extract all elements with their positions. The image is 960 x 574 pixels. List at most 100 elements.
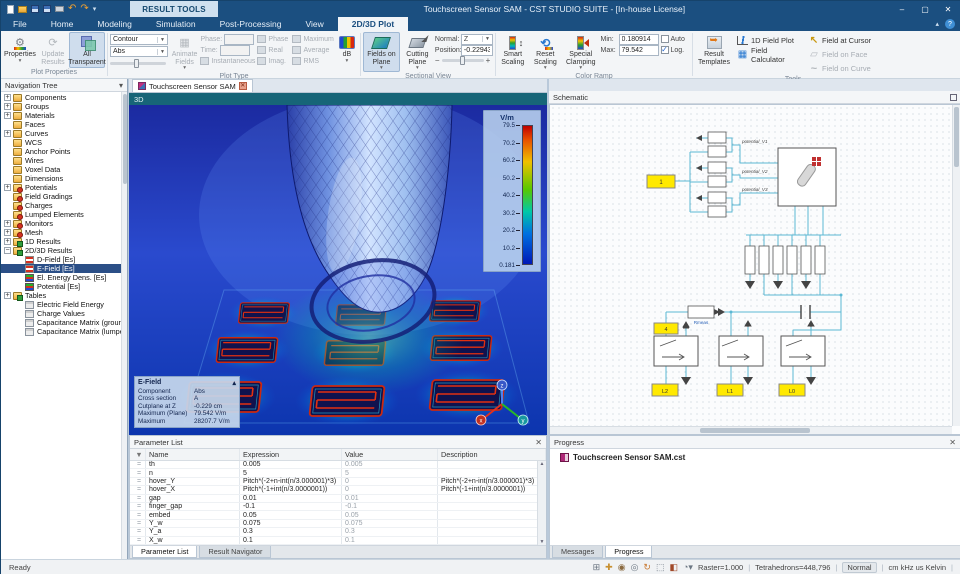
maximum-button[interactable]: Maximum xyxy=(292,34,334,44)
schematic-canvas[interactable]: 1 potential_V1 potential_V2 potential_V3 xyxy=(549,104,960,435)
tree-expander[interactable]: + xyxy=(4,238,11,245)
raster-icon[interactable]: ◔▾ xyxy=(683,562,693,573)
tree-item-charges[interactable]: Charges xyxy=(1,201,121,211)
field-calculator-button[interactable]: Field Calculator xyxy=(735,46,805,64)
tab-result-navigator[interactable]: Result Navigator xyxy=(199,546,272,558)
3d-viewport[interactable]: V/m 79.5 70.2 60.2 50.2 40.2 30.2 20.2 10.2 0.18… xyxy=(129,105,547,435)
column-description[interactable]: Description xyxy=(438,449,546,460)
tree-item-faces[interactable]: Faces xyxy=(1,120,121,129)
tree-item-field-gradings[interactable]: Field Gradings xyxy=(1,192,121,202)
scrollbar-thumb[interactable] xyxy=(123,94,127,184)
redo-icon[interactable]: ↷ xyxy=(80,4,88,14)
tree-item-materials[interactable]: + Materials xyxy=(1,111,121,120)
param-row-x-w[interactable]: = X_w 0.1 0.1 xyxy=(130,536,546,545)
param-row-th[interactable]: = th 0.005 0.005 xyxy=(130,461,546,470)
tree-item-voxel-data[interactable]: Voxel Data xyxy=(1,165,121,174)
maximize-button[interactable]: ▢ xyxy=(914,3,936,16)
maximize-panel-icon[interactable] xyxy=(950,93,957,101)
tab-parameter-list[interactable]: Parameter List xyxy=(132,546,198,558)
param-expression[interactable]: Pitch*(-2+n-int(n/3.000001)*3) xyxy=(240,477,342,486)
tree-item-1d-results[interactable]: +1D Results xyxy=(1,237,121,247)
menu-tab-view[interactable]: View xyxy=(293,17,335,31)
close-panel-icon[interactable]: ✕ xyxy=(949,438,956,447)
close-panel-icon[interactable]: ✕ xyxy=(535,438,542,447)
field-on-curve-button[interactable]: Field on Curve xyxy=(807,62,879,75)
schematic-hscrollbar[interactable] xyxy=(550,426,952,434)
phase-button[interactable]: Phase xyxy=(257,34,290,44)
animate-fields-button[interactable]: Animate Fields ▾ xyxy=(171,32,199,72)
param-row-n[interactable]: = n 5 5 xyxy=(130,469,546,478)
document-tab[interactable]: Touchscreen Sensor SAM ✕ xyxy=(132,79,253,92)
schematic-vscrollbar[interactable] xyxy=(952,105,960,426)
menu-tab-home[interactable]: Home xyxy=(39,17,86,31)
tree-item-el-energy-dens-es[interactable]: El. Energy Dens. [Es] xyxy=(1,273,121,282)
column-expression[interactable]: Expression xyxy=(240,449,342,460)
param-expression[interactable]: 0.1 xyxy=(240,536,342,544)
param-expression[interactable]: 0.005 xyxy=(240,461,342,469)
contour-select[interactable]: Contour ▼ xyxy=(110,34,168,45)
rotate-icon[interactable]: ◉ xyxy=(618,562,626,573)
rms-button[interactable]: RMS xyxy=(292,56,333,66)
average-button[interactable]: Average xyxy=(292,45,333,55)
param-expression[interactable]: 0.075 xyxy=(240,519,342,528)
component-select[interactable]: Abs ▼ xyxy=(110,46,168,57)
param-row-hover-y[interactable]: = hover_Y Pitch*(-2+n-int(n/3.000001)*3) 0 P… xyxy=(130,477,546,487)
mesh-view-icon[interactable]: ◧ xyxy=(669,562,678,573)
tree-expander[interactable]: + xyxy=(4,184,11,191)
status-view-mode[interactable]: Normal xyxy=(842,562,877,573)
slider-thumb[interactable] xyxy=(459,56,465,65)
plot-density-slider[interactable] xyxy=(110,59,166,68)
print-icon[interactable] xyxy=(55,6,64,12)
column-value[interactable]: Value xyxy=(342,449,438,460)
save-all-icon[interactable] xyxy=(43,5,51,13)
field-at-cursor-button[interactable]: Field at Cursor xyxy=(807,34,879,47)
zoom-icon[interactable]: ◎ xyxy=(631,562,639,573)
tree-item-lumped-elements[interactable]: Lumped Elements xyxy=(1,210,121,220)
auto-checkbox[interactable]: Auto xyxy=(660,34,691,44)
progress-item[interactable]: Touchscreen Sensor SAM.cst xyxy=(560,453,960,462)
tab-progress[interactable]: Progress xyxy=(605,546,653,558)
collapse-ribbon-icon[interactable]: ▴ xyxy=(935,20,939,28)
tree-item-d-field-es[interactable]: D-Field [Es] xyxy=(1,255,121,264)
field-on-face-button[interactable]: Field on Face xyxy=(807,48,879,61)
instantaneous-button[interactable]: Instantaneous xyxy=(200,56,255,66)
param-expression[interactable]: 5 xyxy=(240,469,342,477)
cutting-plane-button[interactable]: Cutting Plane ▾ xyxy=(402,32,433,72)
tree-item-potentials[interactable]: + Potentials xyxy=(1,183,121,193)
tree-expander[interactable]: − xyxy=(4,247,11,254)
param-expression[interactable]: 0.05 xyxy=(240,511,342,519)
phase-input[interactable] xyxy=(224,33,255,45)
close-tab-icon[interactable]: ✕ xyxy=(238,82,247,90)
position-input[interactable] xyxy=(460,44,493,56)
param-expression[interactable]: -0.1 xyxy=(240,502,342,511)
save-icon[interactable] xyxy=(31,5,39,13)
param-row-finger-gap[interactable]: = finger_gap -0.1 -0.1 xyxy=(130,502,546,512)
new-file-icon[interactable] xyxy=(7,4,14,14)
menu-tab-simulation[interactable]: Simulation xyxy=(144,17,208,31)
tree-item-tables[interactable]: + Tables xyxy=(1,291,121,301)
scrollbar-thumb[interactable] xyxy=(700,428,810,433)
log-checkbox[interactable]: Log. xyxy=(660,45,691,55)
min-input[interactable] xyxy=(618,33,659,45)
tree-expander[interactable]: + xyxy=(4,229,11,236)
column-name[interactable]: Name xyxy=(146,449,240,460)
tree-item-capacitance-matrix-grounded[interactable]: Capacitance Matrix (grounded) xyxy=(1,318,127,327)
open-file-icon[interactable] xyxy=(18,5,27,13)
reset-scaling-button[interactable]: Reset Scaling ▾ xyxy=(530,32,562,72)
smart-scaling-button[interactable]: Smart Scaling xyxy=(498,32,528,72)
tree-item-2d-3d-results[interactable]: − 2D/3D Results xyxy=(1,246,121,256)
tree-expander[interactable]: + xyxy=(4,103,11,110)
slider-thumb[interactable] xyxy=(134,59,139,68)
zoom-select-icon[interactable]: ⊞ xyxy=(593,562,601,573)
help-icon[interactable]: ? xyxy=(945,19,955,29)
param-expression[interactable]: Pitch*(-1+int(n/3.0000001)) xyxy=(240,486,342,494)
menu-tab-modeling[interactable]: Modeling xyxy=(85,17,144,31)
tree-expander[interactable]: + xyxy=(4,112,11,119)
imag-button[interactable]: Imag. xyxy=(257,56,290,66)
param-row-gap[interactable]: = gap 0.01 0.01 xyxy=(130,494,546,503)
param-row-y-a[interactable]: = Y_a 0.3 0.3 xyxy=(130,528,546,537)
undo-icon[interactable]: ↶ xyxy=(68,4,76,14)
tree-item-wcs[interactable]: WCS xyxy=(1,138,121,147)
param-row-hover-x[interactable]: = hover_X Pitch*(-1+int(n/3.0000001)) 0 Pitc… xyxy=(130,486,546,495)
tree-scrollbar[interactable] xyxy=(121,92,127,559)
